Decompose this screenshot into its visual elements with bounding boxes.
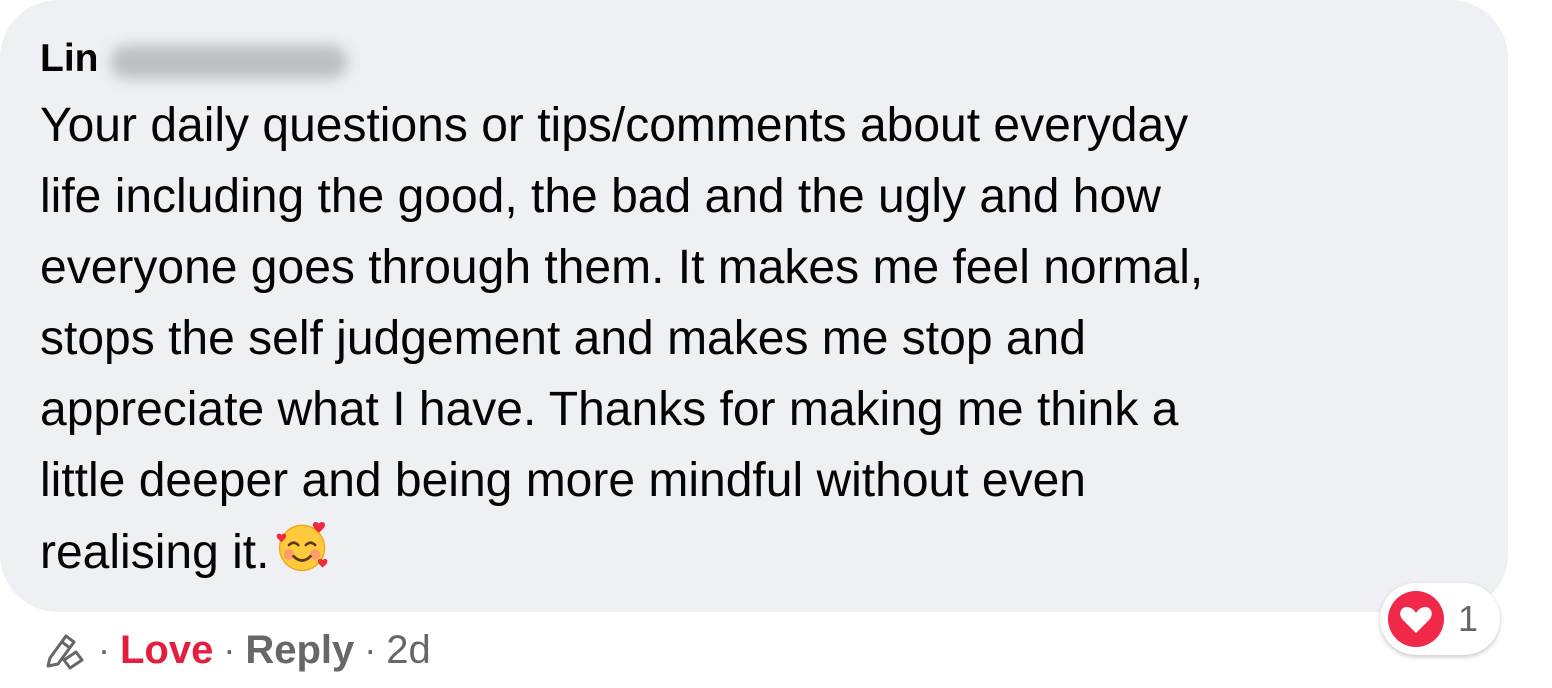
love-heart-icon <box>1388 591 1444 647</box>
author-name[interactable]: Lin <box>40 34 98 84</box>
comment-line: life including the good, the bad and the… <box>40 170 1161 223</box>
reaction-count: 1 <box>1458 598 1479 639</box>
reply-button[interactable]: Reply <box>245 628 354 673</box>
comment-timestamp[interactable]: 2d <box>386 628 431 673</box>
comment-bubble: Lin Your daily questions or tips/comment… <box>0 0 1508 612</box>
separator-dot: · <box>223 629 236 670</box>
separator-dot: · <box>364 629 377 670</box>
comment-line: Your daily questions or tips/comments ab… <box>40 99 1189 152</box>
comment-line-text: realising it. <box>40 526 270 579</box>
comment-line: little deeper and being more mindful wit… <box>40 454 1086 507</box>
love-reaction-button[interactable]: Love <box>120 628 213 673</box>
comment-author[interactable]: Lin <box>40 34 349 84</box>
reaction-summary[interactable]: 1 <box>1380 583 1500 655</box>
comment-text: Your daily questions or tips/comments ab… <box>40 90 1460 588</box>
comment-line-last: realising it. <box>40 516 1460 588</box>
comment-line: stops the self judgement and makes me st… <box>40 312 1086 365</box>
comment-line: appreciate what I have. Thanks for makin… <box>40 383 1179 436</box>
separator-dot: · <box>98 629 110 670</box>
comment-actions: · Love · Reply · 2d <box>40 622 431 678</box>
redacted-surname <box>110 45 349 79</box>
comment-line: everyone goes through them. It makes me … <box>40 241 1204 294</box>
smiling-face-with-hearts-icon <box>277 521 328 572</box>
edit-history-icon[interactable] <box>40 626 88 674</box>
